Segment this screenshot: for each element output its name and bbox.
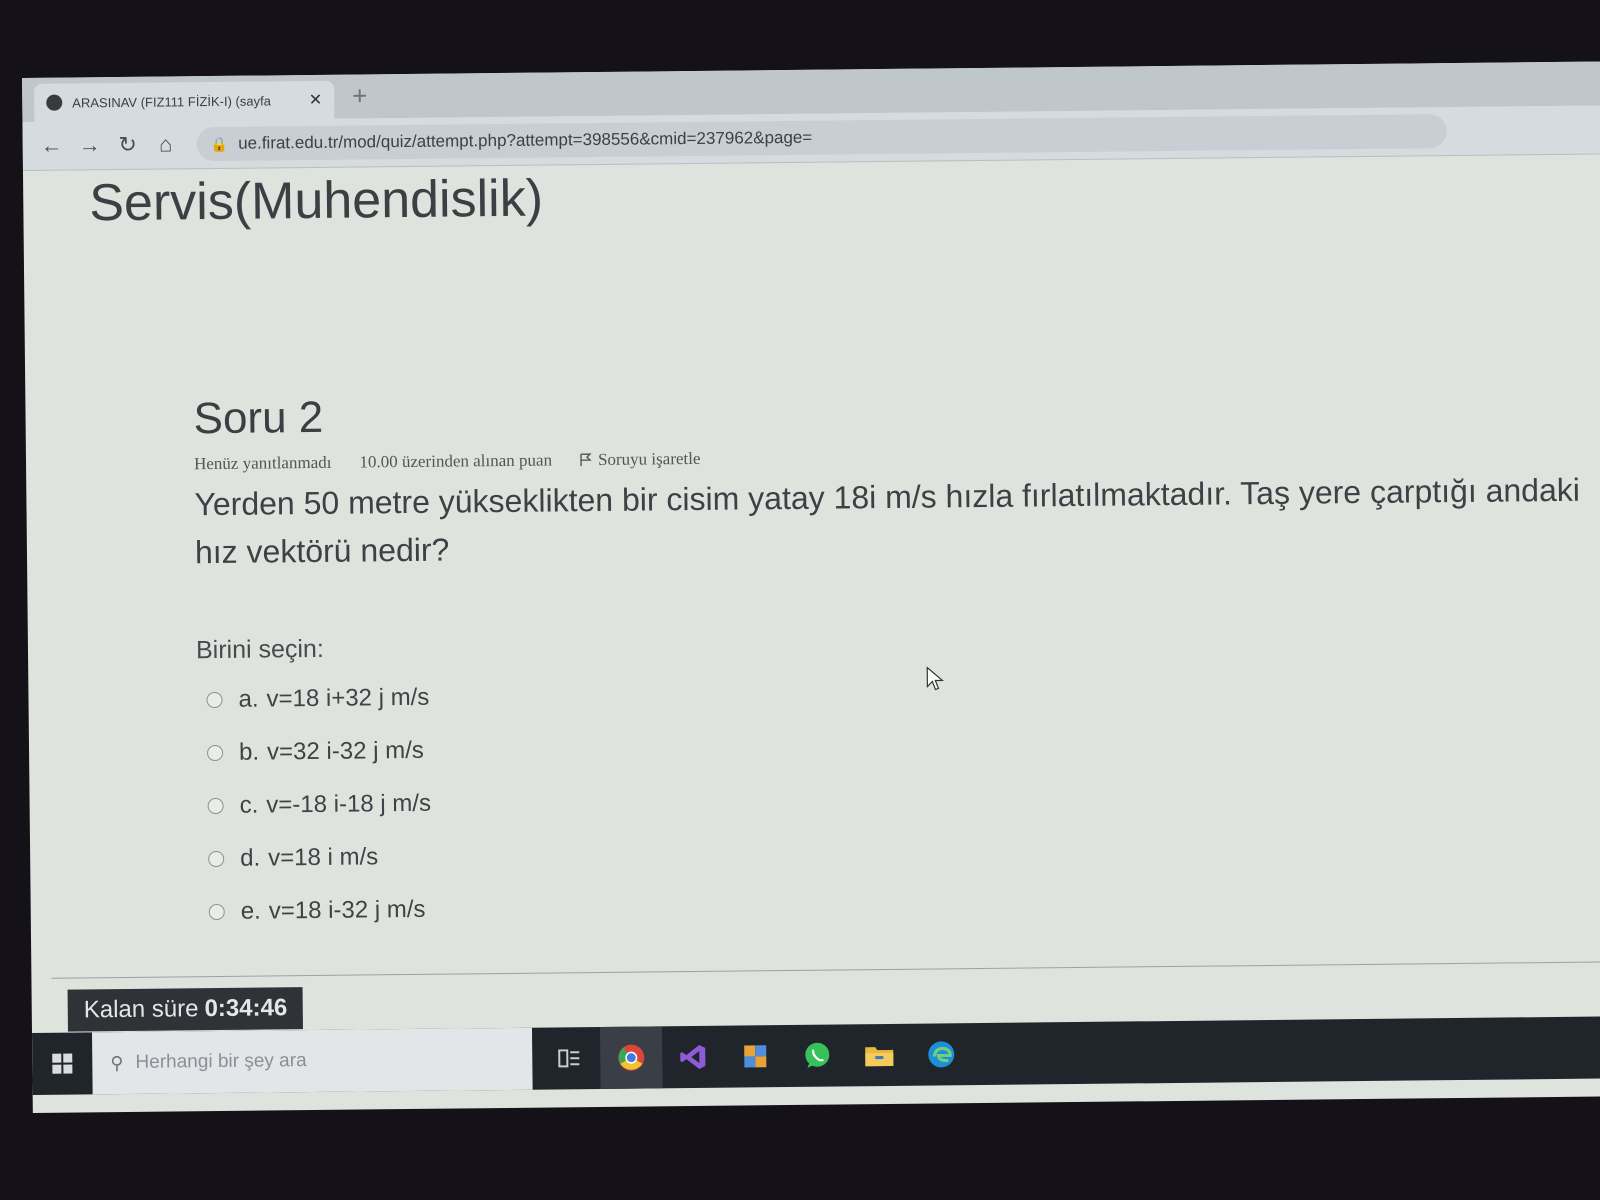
- flag-label: Soruyu işaretle: [597, 448, 701, 469]
- option-text: v=-18 i-18 j m/s: [266, 789, 432, 818]
- chrome-icon[interactable]: [599, 1026, 663, 1089]
- radio-button[interactable]: [206, 744, 224, 761]
- question-block: Soru 2 Henüz yanıtlanmadı 10.00 üzerinde…: [193, 380, 1589, 939]
- timer-value: 0:34:46: [204, 994, 288, 1023]
- answer-prompt: Birini seçin:: [195, 634, 324, 665]
- radio-button[interactable]: [208, 903, 225, 920]
- visual-studio-icon[interactable]: [662, 1026, 725, 1089]
- option-letter: c.: [239, 791, 259, 819]
- option-text: v=18 i-32 j m/s: [268, 895, 426, 924]
- close-icon[interactable]: ✕: [309, 90, 323, 110]
- quiz-timer: Kalan süre 0:34:46: [67, 987, 304, 1032]
- taskbar-icons: [538, 1023, 973, 1090]
- start-button[interactable]: [32, 1032, 93, 1095]
- question-title: Soru 2: [193, 392, 324, 444]
- option-text: v=18 i+32 j m/s: [266, 683, 430, 712]
- edge-icon[interactable]: [910, 1023, 973, 1086]
- answer-options: a. v=18 i+32 j m/s b. v=32 i-32 j m/s c.…: [196, 659, 1589, 939]
- page-title: Servis(Muhendislik): [89, 169, 544, 233]
- task-view-icon[interactable]: [538, 1027, 601, 1090]
- option-text: v=18 i m/s: [268, 842, 379, 871]
- app-icon[interactable]: [724, 1025, 787, 1088]
- mouse-cursor-icon: [926, 666, 944, 691]
- favicon-icon: [46, 94, 63, 111]
- option-letter: b.: [238, 738, 260, 766]
- home-icon[interactable]: ⌂: [147, 131, 185, 157]
- question-text: Yerden 50 metre yükseklikten bir cisim y…: [194, 471, 1581, 571]
- option-letter: d.: [240, 844, 261, 872]
- tab-title: ARASINAV (FIZ111 FİZİK-I) (sayfa: [72, 92, 271, 110]
- forward-icon[interactable]: →: [71, 132, 109, 158]
- radio-button[interactable]: [206, 691, 223, 708]
- search-placeholder: Herhangi bir şey ara: [135, 1050, 307, 1073]
- flag-icon: [580, 453, 592, 467]
- back-icon[interactable]: ←: [33, 132, 71, 158]
- option-text: v=32 i-32 j m/s: [266, 736, 424, 765]
- flag-question-button[interactable]: Soruyu işaretle: [580, 449, 701, 470]
- radio-button[interactable]: [208, 850, 225, 867]
- radio-button[interactable]: [207, 797, 224, 814]
- search-icon: ⚲: [110, 1052, 124, 1073]
- screen: ARASINAV (FIZ111 FİZİK-I) (sayfa ✕ + ← →…: [22, 61, 1600, 1113]
- browser-tab[interactable]: ARASINAV (FIZ111 FİZİK-I) (sayfa ✕: [34, 80, 335, 122]
- taskbar-search[interactable]: ⚲ Herhangi bir şey ara: [91, 1027, 533, 1095]
- whatsapp-icon[interactable]: [786, 1024, 849, 1087]
- address-bar[interactable]: 🔒 ue.firat.edu.tr/mod/quiz/attempt.php?a…: [196, 114, 1447, 162]
- reload-icon[interactable]: ↻: [109, 132, 147, 158]
- question-status: Henüz yanıtlanmadı: [193, 452, 332, 474]
- option-letter: a.: [238, 685, 259, 713]
- option-letter: e.: [240, 897, 261, 925]
- new-tab-icon[interactable]: +: [352, 80, 368, 111]
- timer-label: Kalan süre: [83, 995, 199, 1024]
- file-explorer-icon[interactable]: [848, 1024, 911, 1087]
- url-text: ue.firat.edu.tr/mod/quiz/attempt.php?att…: [238, 127, 813, 153]
- question-points: 10.00 üzerinden alınan puan: [359, 450, 553, 472]
- lock-icon: 🔒: [210, 135, 229, 152]
- divider: [51, 961, 1600, 979]
- windows-icon: [52, 1053, 73, 1074]
